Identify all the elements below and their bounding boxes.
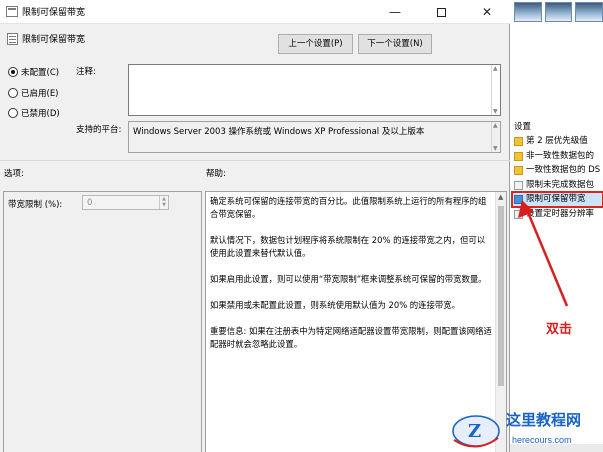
scroll-up-icon[interactable]: ▲ — [498, 193, 503, 201]
maximize-button[interactable] — [418, 0, 464, 24]
settings-item-label: 非一致性数据包的 — [526, 150, 595, 161]
svg-text:Z: Z — [468, 421, 481, 442]
window-icon — [6, 6, 18, 17]
bandwidth-limit-value: 0 — [87, 198, 93, 208]
radio-not-configured[interactable]: 未配置(C) — [8, 65, 59, 79]
supported-platform-value: Windows Server 2003 操作系统或 Windows XP Pro… — [133, 127, 425, 137]
bandwidth-limit-label: 带宽限制 (%): — [8, 200, 63, 210]
radio-button[interactable] — [8, 67, 18, 77]
close-button[interactable]: ✕ — [464, 0, 510, 24]
radio-label: 未配置(C) — [21, 68, 60, 78]
settings-item-label: 第 2 层优先级值 — [526, 136, 588, 146]
settings-list-item[interactable]: 非一致性数据包的 — [512, 149, 603, 164]
settings-item-label: 一致性数据包的 DS — [526, 165, 601, 175]
folder-icon — [514, 151, 523, 161]
watermark-title: 这里教程网 — [506, 411, 582, 429]
radio-label: 已禁用(D) — [21, 109, 60, 119]
previous-setting-button[interactable]: 上一个设置(P) — [278, 34, 353, 54]
radio-label: 已启用(E) — [21, 89, 59, 99]
options-heading: 选项: — [4, 169, 24, 179]
help-paragraph: 确定系统可保留的连接带宽的百分比。此值限制系统上运行的所有程序的组合带宽保留。 — [210, 196, 487, 219]
comment-label: 注释: — [76, 67, 96, 77]
section-divider — [0, 160, 510, 161]
background-thumbnails — [511, 0, 603, 24]
comment-textarea[interactable] — [128, 64, 501, 116]
radio-button[interactable] — [8, 88, 18, 98]
help-paragraph: 如果禁用或未配置此设置，则系统使用默认值为 20% 的连接带宽。 — [210, 300, 461, 310]
help-paragraph: 默认情况下，数据包计划程序将系统限制在 20% 的连接带宽之内，但可以使用此设置… — [210, 235, 486, 258]
next-setting-button[interactable]: 下一个设置(N) — [358, 34, 432, 54]
annotation-arrow-icon — [518, 200, 569, 307]
minimize-button[interactable]: — — [372, 0, 418, 24]
double-click-annotation: 双击 — [546, 322, 573, 337]
folder-icon — [514, 137, 523, 146]
thumbnail-image — [514, 2, 542, 22]
help-paragraph: 重要信息: 如果在注册表中为特定网络适配器设置带宽限制，则配置该网络适配器时就会… — [210, 326, 492, 349]
radio-enabled[interactable]: 已启用(E) — [8, 86, 59, 100]
watermark-logo-icon: Z — [452, 415, 500, 448]
thumbnail-image — [575, 2, 603, 22]
policy-icon — [7, 33, 18, 45]
policy-icon — [514, 180, 523, 190]
help-paragraph: 如果启用此设置，则可以使用“带宽限制”框来调整系统可保留的带宽数量。 — [210, 274, 487, 284]
watermark-url: herecours.com — [512, 435, 572, 445]
scrollbar-thumb[interactable] — [498, 206, 504, 386]
comment-scrollbar[interactable] — [491, 65, 500, 115]
settings-item-label: 限制未完成数据包 — [526, 179, 595, 190]
thumbnail-image — [544, 2, 573, 22]
settings-list-item[interactable]: 第 2 层优先级值 — [512, 134, 603, 149]
maximize-icon — [436, 8, 446, 17]
settings-column-header: 设置 — [514, 122, 532, 132]
policy-dialog: 限制可保留带宽 — ✕ 限制可保留带宽 上一个设置(P) 下一个设置(N) 未配… — [0, 0, 510, 452]
radio-disabled[interactable]: 已禁用(D) — [8, 106, 60, 120]
policy-title: 限制可保留带宽 — [22, 35, 86, 45]
folder-icon — [514, 166, 523, 175]
options-pane: 带宽限制 (%): 0 ▲ ▼ — [3, 191, 202, 452]
radio-button[interactable] — [8, 108, 18, 118]
supported-platform-field: Windows Server 2003 操作系统或 Windows XP Pro… — [128, 121, 501, 153]
settings-list-item[interactable]: 限制未完成数据包 — [512, 178, 603, 193]
help-text: 确定系统可保留的连接带宽的百分比。此值限制系统上运行的所有程序的组合带宽保留。 … — [206, 192, 496, 367]
help-heading: 帮助: — [206, 169, 226, 179]
bandwidth-limit-spinbox[interactable]: 0 ▲ ▼ — [82, 195, 169, 210]
platform-scrollbar[interactable] — [491, 122, 500, 152]
spinner-arrows-icon[interactable]: ▲ ▼ — [159, 196, 168, 209]
supported-platform-label: 支持的平台: — [76, 125, 122, 135]
window-title: 限制可保留带宽 — [22, 8, 86, 18]
title-bar: 限制可保留带宽 — ✕ — [0, 0, 510, 24]
settings-list-item[interactable]: 一致性数据包的 DS — [512, 163, 603, 178]
